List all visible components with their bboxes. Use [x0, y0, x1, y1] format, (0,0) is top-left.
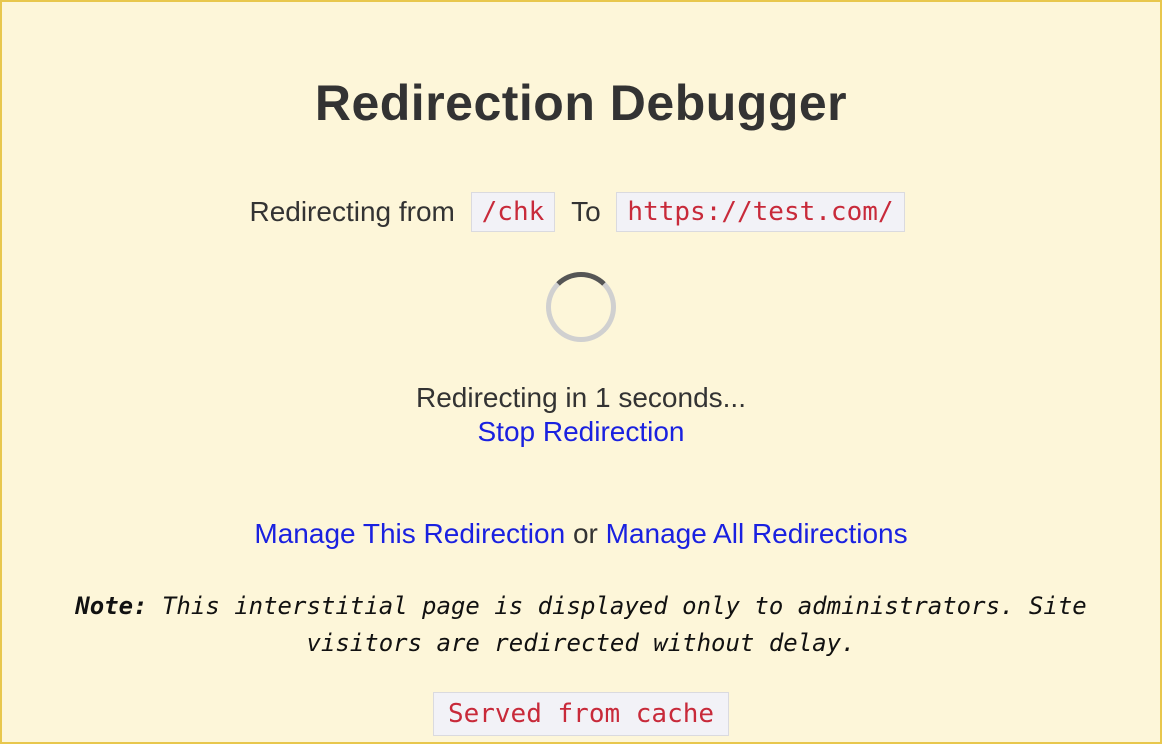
manage-all-redirections-link[interactable]: Manage All Redirections [606, 518, 908, 549]
cache-status-badge: Served from cache [433, 692, 729, 736]
redirect-info-line: Redirecting from /chk To https://test.co… [2, 192, 1160, 232]
spinner-container [2, 272, 1160, 342]
redirection-debugger-panel: Redirection Debugger Redirecting from /c… [0, 0, 1162, 744]
note-label: Note: [75, 592, 147, 620]
admin-note: Note: This interstitial page is displaye… [2, 588, 1160, 662]
countdown-text: Redirecting in 1 seconds... [2, 382, 1160, 414]
note-text: This interstitial page is displayed only… [148, 592, 1087, 657]
redirect-from-value: /chk [471, 192, 556, 232]
loading-spinner-icon [546, 272, 616, 342]
manage-this-redirection-link[interactable]: Manage This Redirection [254, 518, 565, 549]
redirect-to-value: https://test.com/ [616, 192, 904, 232]
stop-redirection-link[interactable]: Stop Redirection [477, 416, 684, 448]
page-title: Redirection Debugger [2, 74, 1160, 132]
redirect-to-label: To [571, 196, 601, 228]
or-separator: or [565, 518, 605, 549]
redirect-from-label: Redirecting from [249, 196, 454, 228]
manage-links-line: Manage This Redirection or Manage All Re… [2, 518, 1160, 550]
